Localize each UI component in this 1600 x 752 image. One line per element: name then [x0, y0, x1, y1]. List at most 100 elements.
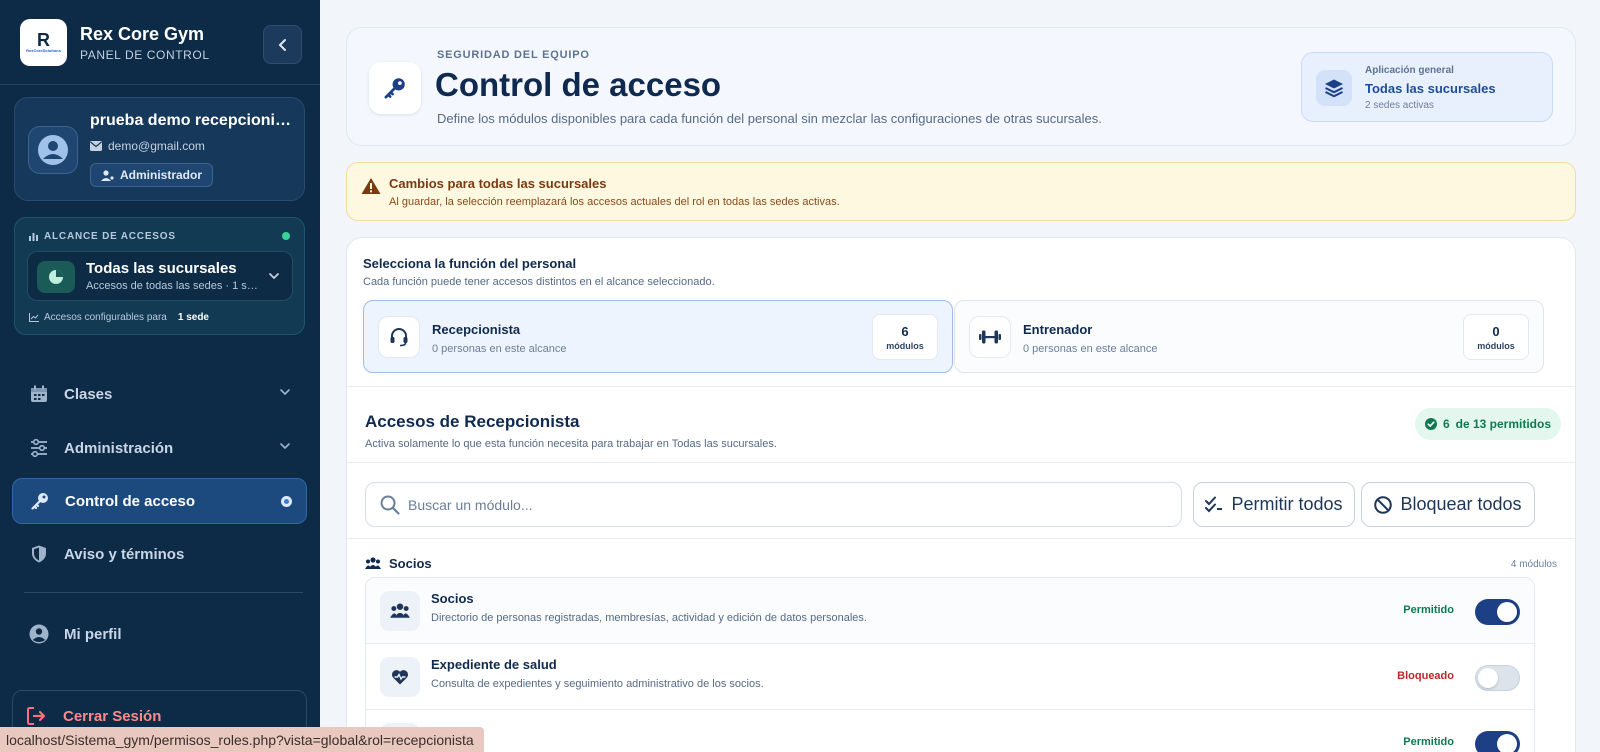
- main-content: SEGURIDAD DEL EQUIPO Control de acceso D…: [320, 0, 1600, 752]
- role-name: Recepcionista: [432, 322, 521, 337]
- page-title: Control de acceso: [435, 66, 722, 103]
- module-status: Permitido: [1403, 604, 1454, 616]
- module-group-count: 4 módulos: [1510, 559, 1557, 570]
- page-description: Define los módulos disponibles para cada…: [437, 111, 1102, 126]
- users-icon: [365, 557, 381, 569]
- module-toggle[interactable]: [1475, 665, 1520, 691]
- chevron-down-icon: [269, 273, 279, 280]
- module-description: Consulta de expedientes y seguimiento ad…: [431, 678, 764, 690]
- page-kicker: SEGURIDAD DEL EQUIPO: [437, 49, 590, 61]
- role-people: 0 personas en este alcance: [1023, 343, 1158, 355]
- module-status: Bloqueado: [1397, 670, 1454, 682]
- check-list-icon: [1205, 496, 1223, 512]
- role-card-entrenador[interactable]: Entrenador 0 personas en este alcance 0 …: [954, 300, 1544, 373]
- collapse-sidebar-button[interactable]: [263, 25, 302, 64]
- warning-icon: [361, 178, 381, 194]
- user-card: prueba demo recepcionista demo@gmail.com…: [14, 97, 305, 201]
- headset-icon: [378, 316, 420, 358]
- module-toggle[interactable]: [1475, 599, 1520, 625]
- warning-title: Cambios para todas las sucursales: [389, 176, 607, 191]
- calendar-icon: [28, 383, 50, 405]
- heart-pulse-icon: [380, 657, 420, 697]
- search-icon: [380, 495, 400, 515]
- user-gear-icon: [101, 169, 114, 181]
- section-divider: [347, 462, 1575, 463]
- roles-subtitle: Cada función puede tener accesos distint…: [363, 276, 715, 288]
- scope-header: ALCANCE DE ACCESOS: [29, 231, 176, 242]
- avatar: [28, 126, 78, 174]
- nav-item-administracion[interactable]: Administración: [12, 425, 307, 471]
- nav-item-mi-perfil[interactable]: Mi perfil: [12, 611, 307, 657]
- section-divider: [347, 386, 1575, 387]
- ban-icon: [1374, 495, 1393, 514]
- key-icon: [369, 62, 421, 114]
- chevron-left-icon: [278, 38, 286, 51]
- roles-title: Selecciona la función del personal: [363, 256, 577, 271]
- check-circle-icon: [1424, 418, 1437, 430]
- page-header: SEGURIDAD DEL EQUIPO Control de acceso D…: [346, 27, 1576, 146]
- module-row: Permitido: [366, 710, 1534, 752]
- chart-line-icon: [29, 313, 39, 322]
- pie-chart-icon: [37, 261, 75, 293]
- brand-logo: R RexCoreSolutions: [20, 19, 67, 66]
- role-name: Entrenador: [1023, 322, 1093, 337]
- toggle-knob: [1478, 668, 1498, 688]
- module-search[interactable]: [365, 482, 1182, 527]
- access-subtitle: Activa solamente lo que esta función nec…: [365, 438, 777, 450]
- brand-name: Rex Core Gym: [80, 24, 205, 44]
- scope-status-dot: [282, 232, 290, 240]
- permissions-panel: Selecciona la función del personal Cada …: [346, 237, 1576, 752]
- chevron-down-icon: [280, 389, 290, 396]
- nav-item-clases[interactable]: Clases: [12, 371, 307, 417]
- sidebar: R RexCoreSolutions Rex Core Gym PANEL DE…: [0, 0, 320, 752]
- nav-item-control-de-acceso[interactable]: Control de acceso: [12, 478, 307, 524]
- user-email: demo@gmail.com: [90, 139, 205, 153]
- user-role-badge: Administrador: [90, 163, 214, 187]
- nav-divider: [24, 592, 303, 593]
- nav-item-aviso-y-terminos[interactable]: Aviso y términos: [12, 531, 307, 577]
- user-circle-icon: [28, 623, 50, 645]
- dumbbell-icon: [969, 316, 1011, 358]
- module-name: Expediente de salud: [431, 657, 557, 672]
- sliders-icon: [28, 437, 50, 459]
- permitted-count-badge: 6 de 13 permitidos: [1414, 408, 1561, 440]
- nav-label: Mi perfil: [64, 625, 122, 643]
- module-group-header: Socios: [365, 556, 432, 571]
- module-row-socios: Socios Directorio de personas registrada…: [366, 578, 1534, 644]
- scope-selector[interactable]: Todas las sucursales Accesos de todas la…: [27, 251, 293, 301]
- logout-label: Cerrar Sesión: [63, 707, 162, 725]
- search-input[interactable]: [408, 496, 1168, 513]
- role-module-count: 6 módulos: [872, 314, 938, 360]
- scope-footer: Accesos configurables para 1 sede: [29, 312, 209, 323]
- scope-subtitle: Accesos de todas las sedes · 1 sede: [86, 280, 261, 292]
- bar-chart-icon: [29, 233, 38, 241]
- module-row-expediente-de-salud: Expediente de salud Consulta de expedien…: [366, 644, 1534, 710]
- nav-label: Clases: [64, 385, 113, 403]
- brand: R RexCoreSolutions Rex Core Gym PANEL DE…: [20, 19, 300, 67]
- module-list: Socios Directorio de personas registrada…: [365, 577, 1535, 752]
- warning-text: Al guardar, la selección reemplazará los…: [389, 196, 840, 208]
- active-indicator: [281, 496, 292, 507]
- scope-title: Todas las sucursales: [86, 260, 237, 277]
- logout-icon: [27, 707, 47, 725]
- access-title: Accesos de Recepcionista: [365, 412, 580, 431]
- module-toggle[interactable]: [1475, 731, 1520, 752]
- block-all-button[interactable]: Bloquear todos: [1361, 482, 1535, 527]
- allow-all-button[interactable]: Permitir todos: [1193, 482, 1355, 527]
- role-card-recepcionista[interactable]: Recepcionista 0 personas en este alcance…: [363, 300, 953, 373]
- sidebar-divider: [0, 84, 320, 85]
- users-icon: [380, 591, 420, 631]
- module-status: Permitido: [1403, 736, 1454, 748]
- nav-label: Administración: [64, 439, 174, 457]
- shield-icon: [28, 543, 50, 565]
- mail-icon: [90, 141, 102, 151]
- scope-summary: Aplicación general Todas las sucursales …: [1301, 52, 1553, 122]
- section-divider: [347, 538, 1575, 539]
- module-description: Directorio de personas registradas, memb…: [431, 612, 867, 624]
- role-module-count: 0 módulos: [1463, 314, 1529, 360]
- access-scope-panel: ALCANCE DE ACCESOS Todas las sucursales …: [14, 217, 305, 335]
- toggle-knob: [1497, 602, 1517, 622]
- layers-icon: [1316, 70, 1352, 106]
- scope-label: Aplicación general: [1365, 65, 1454, 76]
- key-icon: [29, 490, 51, 512]
